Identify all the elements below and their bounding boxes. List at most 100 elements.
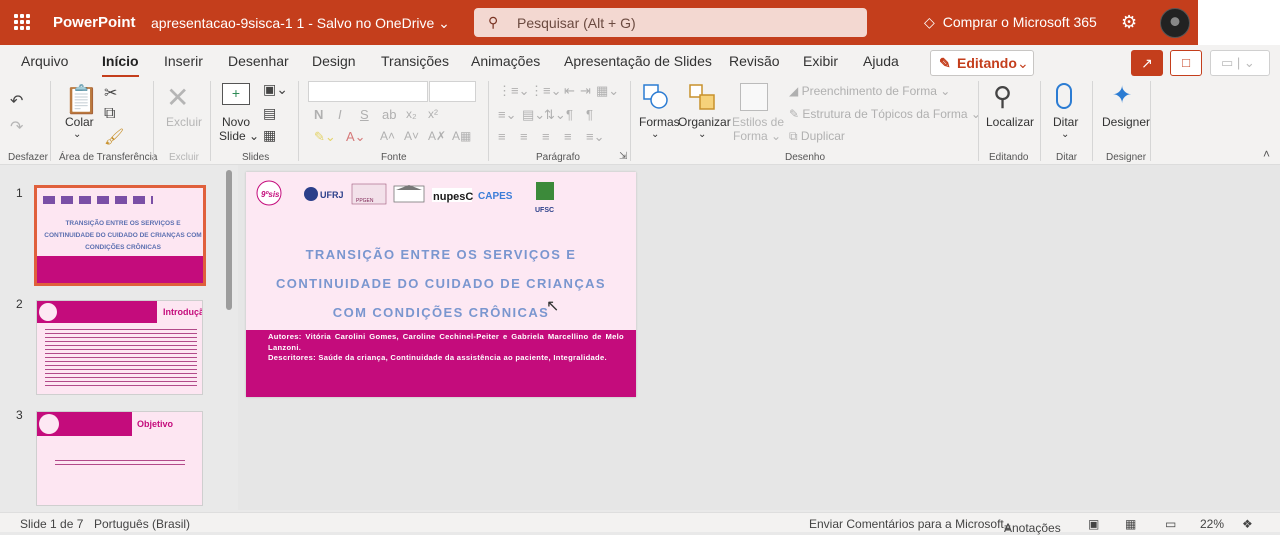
- chevron-down-icon[interactable]: ⌄: [651, 129, 659, 140]
- normal-view-icon[interactable]: ▣: [1088, 517, 1099, 531]
- section-icon[interactable]: ▦: [263, 127, 276, 144]
- dialog-launcher-icon[interactable]: ⇲: [619, 151, 627, 162]
- shape-styles-button[interactable]: Estilos de: [732, 115, 784, 129]
- more-paragraph-icon[interactable]: ≡⌄: [586, 129, 604, 145]
- reset-slide-icon[interactable]: ▤: [263, 105, 276, 122]
- designer-button[interactable]: Designer: [1102, 115, 1150, 129]
- arrange-button[interactable]: Organizar: [678, 115, 731, 129]
- tab-design[interactable]: Design: [312, 53, 356, 69]
- paste-clipboard-icon[interactable]: 📋: [64, 83, 99, 116]
- chevron-down-icon[interactable]: ⌄: [73, 129, 81, 140]
- app-launcher-icon[interactable]: [14, 14, 30, 30]
- dictate-button[interactable]: Ditar: [1053, 115, 1078, 129]
- highlight-icon[interactable]: ✎⌄: [314, 129, 336, 145]
- ltr-icon[interactable]: ¶: [566, 107, 573, 122]
- thumbnails-scrollbar[interactable]: [226, 170, 232, 310]
- send-feedback-button[interactable]: Enviar Comentários para a Microsoft: [809, 517, 1004, 531]
- layout-icon[interactable]: ▣⌄: [263, 81, 288, 98]
- slide-title[interactable]: TRANSIÇÃO ENTRE OS SERVIÇOS E CONTINUIDA…: [246, 240, 636, 327]
- font-color-icon[interactable]: A⌄: [346, 129, 366, 145]
- microphone-icon[interactable]: [1056, 83, 1072, 109]
- align-center-icon[interactable]: ≡: [520, 129, 528, 144]
- slide-thumbnail-1[interactable]: TRANSIÇÃO ENTRE OS SERVIÇOS E CONTINUIDA…: [34, 185, 206, 286]
- align-left-icon[interactable]: ≡: [498, 129, 506, 144]
- slide-authors-textbox[interactable]: Autores: Vitória Carolini Gomes, Carolin…: [268, 332, 624, 364]
- zoom-level[interactable]: 22%: [1200, 517, 1224, 531]
- text-effects-icon[interactable]: A▦: [452, 129, 471, 143]
- shrink-font-icon[interactable]: A˅: [404, 129, 419, 143]
- clear-formatting-icon[interactable]: A✗: [428, 129, 446, 143]
- new-slide-button[interactable]: Novo: [222, 115, 250, 129]
- columns-icon[interactable]: ▤⌄: [522, 107, 545, 123]
- justify-icon[interactable]: ≡: [564, 129, 572, 144]
- decrease-indent-icon[interactable]: ⇤: [564, 83, 575, 99]
- shape-styles-icon[interactable]: [740, 83, 768, 111]
- bullets-icon[interactable]: ⋮≡⌄: [498, 83, 529, 99]
- delete-button[interactable]: Excluir: [166, 115, 202, 129]
- settings-gear-icon[interactable]: ⚙: [1121, 12, 1137, 33]
- comments-button[interactable]: □: [1170, 50, 1202, 76]
- editing-mode-button[interactable]: ✎ Editando ⌄: [930, 50, 1034, 76]
- slide-thumbnail-2[interactable]: Introdução: [36, 300, 203, 395]
- designer-wand-icon[interactable]: ✦: [1112, 81, 1132, 110]
- app-name[interactable]: PowerPoint: [53, 14, 136, 31]
- subscript-icon[interactable]: x₂: [406, 107, 417, 121]
- find-magnifier-icon[interactable]: ⚲: [993, 81, 1012, 112]
- increase-indent-icon[interactable]: ⇥: [580, 83, 591, 99]
- shape-outline-button[interactable]: ✎ Estrutura de Tópicos da Forma ⌄: [789, 107, 981, 121]
- underline-icon[interactable]: S: [360, 107, 369, 122]
- shapes-icon[interactable]: [642, 83, 670, 111]
- bold-icon[interactable]: N: [314, 107, 323, 122]
- slide-sorter-icon[interactable]: ▦: [1125, 517, 1136, 531]
- arrange-icon[interactable]: [688, 83, 716, 111]
- chevron-down-icon[interactable]: ⌄: [1061, 129, 1069, 140]
- tab-exibir[interactable]: Exibir: [803, 53, 838, 69]
- align-text-icon[interactable]: ⇅⌄: [544, 107, 566, 123]
- tab-inicio[interactable]: Início: [102, 53, 139, 78]
- tab-ajuda[interactable]: Ajuda: [863, 53, 899, 69]
- cut-scissors-icon[interactable]: ✂: [104, 83, 117, 103]
- collapse-ribbon-icon[interactable]: ˄: [1263, 147, 1270, 161]
- font-size-dropdown[interactable]: [429, 81, 476, 102]
- undo-icon[interactable]: ↶: [10, 91, 23, 111]
- italic-icon[interactable]: I: [338, 107, 342, 122]
- tab-apresentacao[interactable]: Apresentação de Slides: [564, 53, 712, 69]
- present-button[interactable]: ▭ | ⌄: [1210, 50, 1270, 76]
- strikethrough-icon[interactable]: ab: [382, 107, 396, 122]
- align-right-icon[interactable]: ≡: [542, 129, 550, 144]
- format-painter-icon[interactable]: 🖌: [104, 127, 124, 147]
- line-spacing-icon[interactable]: ≡⌄: [498, 107, 516, 123]
- tab-inserir[interactable]: Inserir: [164, 53, 203, 69]
- tab-arquivo[interactable]: Arquivo: [21, 53, 68, 69]
- slide-thumbnail-3[interactable]: Objetivo: [36, 411, 203, 506]
- shape-styles-button-line2[interactable]: Forma ⌄: [733, 129, 781, 143]
- tab-desenhar[interactable]: Desenhar: [228, 53, 289, 69]
- rtl-icon[interactable]: ¶: [586, 107, 593, 122]
- grow-font-icon[interactable]: A˄: [380, 129, 395, 143]
- superscript-icon[interactable]: x²: [428, 107, 438, 121]
- reading-view-icon[interactable]: ▭: [1165, 517, 1176, 531]
- buy-microsoft-365-button[interactable]: ◇ Comprar o Microsoft 365: [924, 14, 1097, 31]
- tab-revisao[interactable]: Revisão: [729, 53, 780, 69]
- find-button[interactable]: Localizar: [986, 115, 1034, 129]
- fit-to-window-icon[interactable]: ❖: [1242, 517, 1253, 531]
- tab-animacoes[interactable]: Animações: [471, 53, 540, 69]
- redo-icon[interactable]: ↷: [10, 117, 23, 137]
- tab-transicoes[interactable]: Transições: [381, 53, 449, 69]
- document-title[interactable]: apresentacao-9sisca-1 1 - Salvo no OneDr…: [151, 15, 450, 32]
- search-box[interactable]: ⚲ Pesquisar (Alt + G): [474, 8, 867, 37]
- paste-button[interactable]: Colar: [65, 115, 94, 129]
- shapes-button[interactable]: Formas: [639, 115, 680, 129]
- language-indicator[interactable]: Português (Brasil): [94, 517, 190, 531]
- new-slide-button-line2[interactable]: Slide ⌄: [219, 129, 259, 143]
- chevron-down-icon[interactable]: ⌄: [698, 129, 706, 140]
- user-avatar[interactable]: [1160, 8, 1190, 38]
- share-button[interactable]: ↗: [1131, 50, 1163, 76]
- current-slide[interactable]: 9ºsis UFRJ PPGEN nupesC CAPES UFSC TRANS…: [246, 172, 636, 397]
- copy-icon[interactable]: ⧉: [104, 105, 115, 123]
- numbering-icon[interactable]: ⋮≡⌄: [530, 83, 561, 99]
- new-slide-icon[interactable]: +: [222, 83, 250, 105]
- shape-fill-button[interactable]: ◢ Preenchimento de Forma ⌄: [789, 84, 950, 98]
- duplicate-button[interactable]: ⧉ Duplicar: [789, 129, 845, 144]
- font-name-dropdown[interactable]: [308, 81, 428, 102]
